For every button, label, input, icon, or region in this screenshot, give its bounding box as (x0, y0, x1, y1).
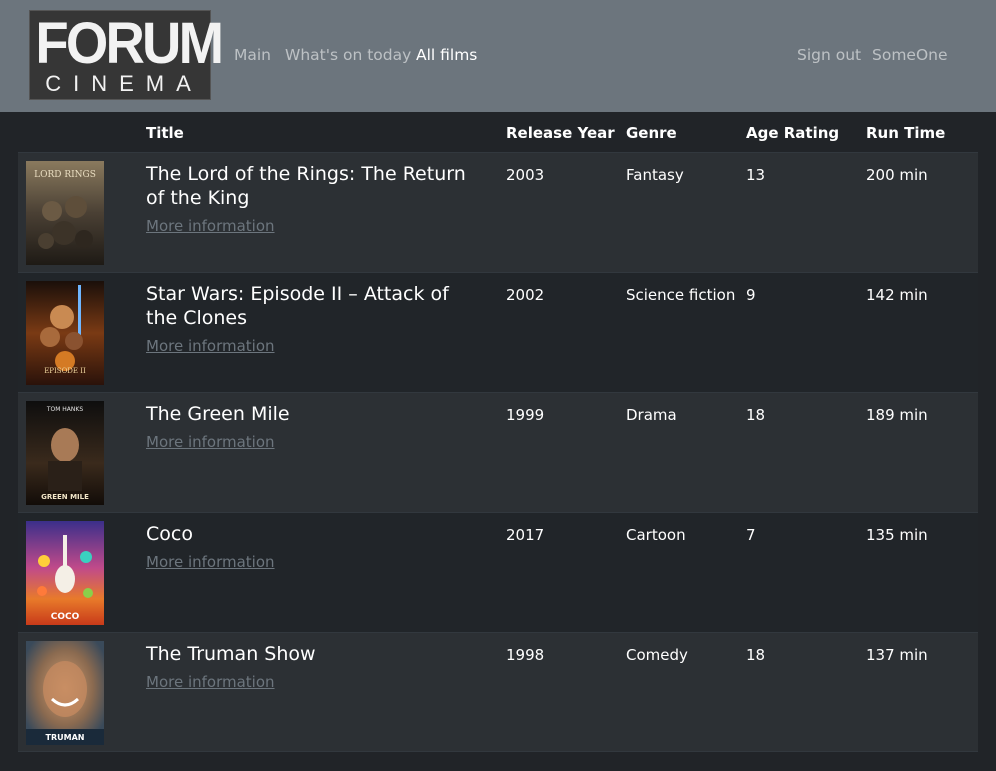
header-title: Title (146, 124, 184, 142)
film-title: The Lord of the Rings: The Return of the… (146, 162, 486, 236)
svg-text:TOM HANKS: TOM HANKS (46, 406, 84, 413)
film-title-text: Coco (146, 523, 193, 545)
svg-text:TRUMAN: TRUMAN (46, 733, 85, 742)
film-title: Coco More information (146, 522, 486, 572)
poster-image: COCO (26, 521, 104, 625)
age-rating: 18 (746, 406, 766, 424)
genre: Cartoon (626, 526, 686, 544)
genre: Science fiction (626, 286, 736, 304)
header-genre: Genre (626, 124, 677, 142)
more-information-link[interactable]: More information (146, 672, 486, 692)
release-year: 1999 (506, 406, 545, 424)
films-table-body: LORD RINGS The Lord of the Rings: The Re… (18, 152, 978, 752)
poster-image: EPISODE II (26, 281, 104, 385)
table-row: EPISODE II Star Wars: Episode II – Attac… (18, 272, 978, 392)
age-rating: 13 (746, 166, 766, 184)
header-run-time: Run Time (866, 124, 946, 142)
run-time: 189 min (866, 406, 928, 424)
nav-user[interactable]: SomeOne (872, 45, 948, 65)
poster-image: LORD RINGS (26, 161, 104, 265)
svg-text:EPISODE II: EPISODE II (44, 367, 86, 375)
age-rating: 9 (746, 286, 756, 304)
poster-image: TRUMAN (26, 641, 104, 745)
film-title-text: The Truman Show (146, 643, 316, 665)
genre: Comedy (626, 646, 688, 664)
more-information-link[interactable]: More information (146, 432, 486, 452)
logo-bottom-text: CINEMA (45, 71, 203, 96)
films-table-header: Title Release Year Genre Age Rating Run … (0, 112, 996, 152)
navbar: FORUM CINEMA Main What's on today All fi… (0, 0, 996, 112)
release-year: 2017 (506, 526, 545, 544)
svg-text:COCO: COCO (51, 612, 80, 622)
table-row: TOM HANKS GREEN MILE The Green Mile More… (18, 392, 978, 512)
genre: Drama (626, 406, 677, 424)
header-release-year: Release Year (506, 124, 615, 142)
run-time: 137 min (866, 646, 928, 664)
forum-cinema-logo[interactable]: FORUM CINEMA (29, 10, 224, 100)
run-time: 200 min (866, 166, 928, 184)
poster-image: TOM HANKS GREEN MILE (26, 401, 104, 505)
logo-top-text: FORUM (35, 11, 224, 76)
film-title: The Truman Show More information (146, 642, 486, 692)
table-row: LORD RINGS The Lord of the Rings: The Re… (18, 152, 978, 272)
run-time: 142 min (866, 286, 928, 304)
svg-text:LORD RINGS: LORD RINGS (34, 170, 96, 180)
film-title-text: The Green Mile (146, 403, 290, 425)
nav-sign-out[interactable]: Sign out (797, 45, 861, 65)
header-age-rating: Age Rating (746, 124, 840, 142)
release-year: 2002 (506, 286, 545, 304)
age-rating: 7 (746, 526, 756, 544)
nav-all-films[interactable]: All films (416, 45, 477, 65)
film-title: The Green Mile More information (146, 402, 486, 452)
film-title-text: Star Wars: Episode II – Attack of the Cl… (146, 283, 449, 329)
film-title-text: The Lord of the Rings: The Return of the… (146, 163, 466, 209)
more-information-link[interactable]: More information (146, 336, 486, 356)
film-title: Star Wars: Episode II – Attack of the Cl… (146, 282, 486, 356)
release-year: 2003 (506, 166, 545, 184)
nav-whats-on-today[interactable]: What's on today (285, 45, 411, 65)
release-year: 1998 (506, 646, 545, 664)
table-row: TRUMAN The Truman Show More information … (18, 632, 978, 752)
run-time: 135 min (866, 526, 928, 544)
more-information-link[interactable]: More information (146, 552, 486, 572)
more-information-link[interactable]: More information (146, 216, 486, 236)
genre: Fantasy (626, 166, 684, 184)
nav-main[interactable]: Main (234, 45, 271, 65)
table-row: COCO Coco More information 2017 Cartoon … (18, 512, 978, 632)
svg-text:GREEN MILE: GREEN MILE (41, 493, 89, 501)
age-rating: 18 (746, 646, 766, 664)
